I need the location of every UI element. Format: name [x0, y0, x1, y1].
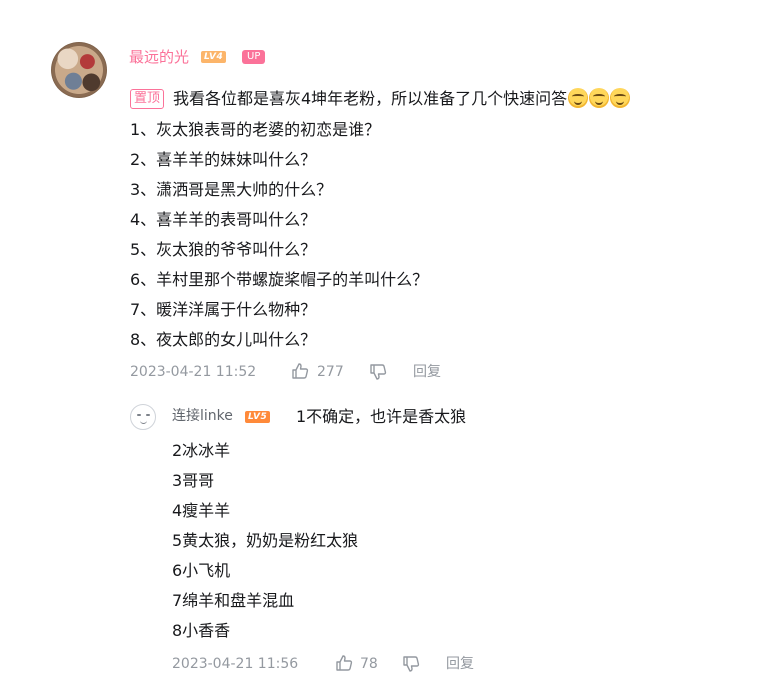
reply-avatar[interactable] [130, 404, 156, 430]
comment-question-8: 8、夜太郎的女儿叫什么？ [130, 330, 317, 349]
up-badge: UP [242, 50, 266, 64]
grinning-face-icon [610, 88, 631, 108]
grinning-face-icon [568, 88, 589, 108]
grinning-face-icon [589, 88, 610, 108]
reply-timestamp: 2023-04-21 11:56 [172, 656, 299, 672]
level-badge: LV4 [201, 51, 227, 63]
like-count: 277 [317, 364, 344, 380]
comment-question-6: 6、羊村里那个带螺旋桨帽子的羊叫什么？ [130, 270, 429, 289]
reply-text-line-2: 2冰冰羊 [172, 441, 231, 460]
reply-button[interactable]: 回复 [446, 654, 474, 674]
reply-text-line-3: 3哥哥 [172, 471, 215, 490]
comment-question-5: 5、灰太狼的爷爷叫什么？ [130, 240, 317, 259]
thumbs-up-icon[interactable] [291, 362, 309, 380]
comment-text-line: 我看各位都是喜灰4坤年老粉，所以准备了几个快速问答 [173, 88, 631, 110]
reply-text-line-6: 6小飞机 [172, 561, 231, 580]
thumbs-down-icon[interactable] [402, 655, 420, 673]
reply-button[interactable]: 回复 [413, 362, 441, 382]
reply-username[interactable]: 连接linke [172, 406, 233, 426]
comment-question-7: 7、暖洋洋属于什么物种？ [130, 300, 317, 319]
pinned-badge: 置顶 [130, 89, 165, 109]
comment-question-1: 1、灰太狼表哥的老婆的初恋是谁？ [130, 120, 381, 139]
like-count: 78 [360, 656, 378, 672]
comment-timestamp: 2023-04-21 11:52 [130, 364, 257, 380]
comment-intro-text: 我看各位都是喜灰4坤年老粉，所以准备了几个快速问答 [173, 89, 568, 108]
reply-text-line-7: 7绵羊和盘羊混血 [172, 591, 295, 610]
avatar[interactable] [51, 42, 107, 98]
reply-text-line-1: 1不确定，也许是香太狼 [296, 407, 467, 426]
comment-question-2: 2、喜羊羊的妹妹叫什么？ [130, 150, 317, 169]
username[interactable]: 最远的光 [129, 47, 189, 67]
comment-question-4: 4、喜羊羊的表哥叫什么？ [130, 210, 317, 229]
reply-text-line-8: 8小香香 [172, 621, 231, 640]
thumbs-up-icon[interactable] [335, 654, 353, 672]
reply-text-line-5: 5黄太狼，奶奶是粉红太狼 [172, 531, 359, 550]
comment-question-3: 3、潇洒哥是黑大帅的什么？ [130, 180, 333, 199]
reply-text-line-4: 4瘦羊羊 [172, 501, 231, 520]
level-badge: LV5 [245, 411, 271, 423]
thumbs-down-icon[interactable] [369, 363, 387, 381]
